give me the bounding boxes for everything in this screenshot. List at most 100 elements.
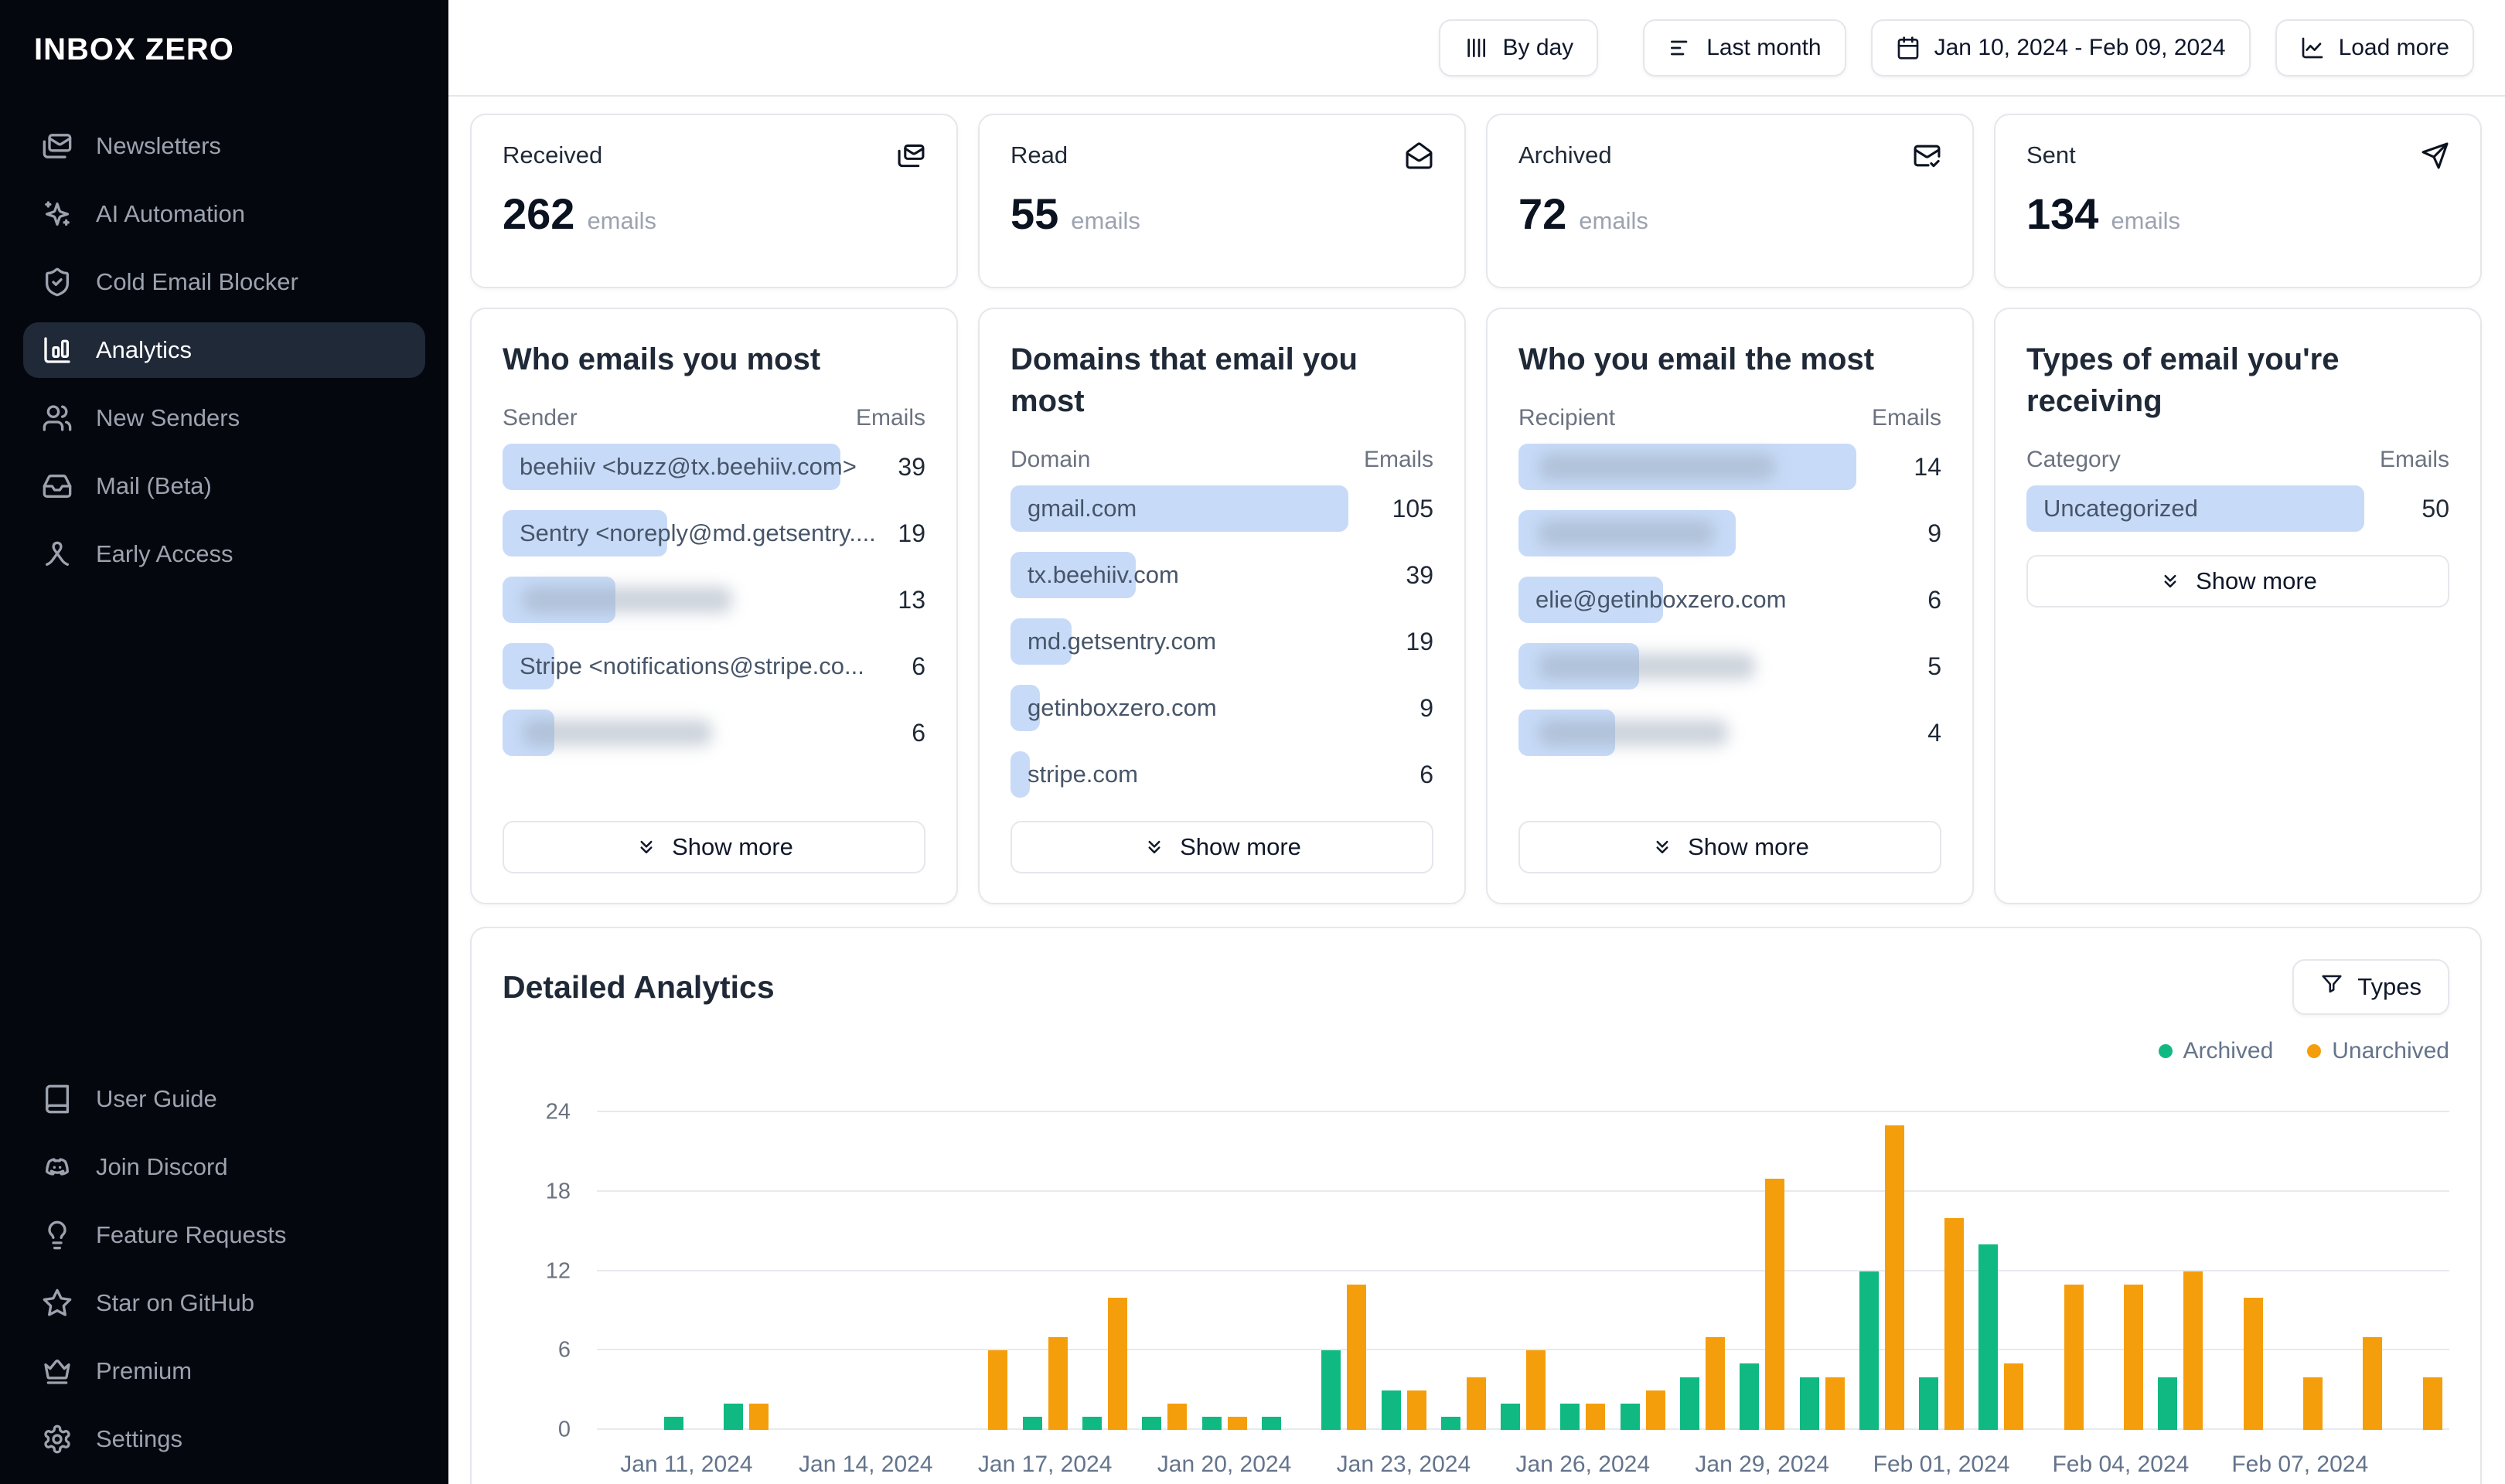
sidebar-item-new-senders[interactable]: New Senders — [23, 390, 425, 446]
archived-bar[interactable] — [1022, 1416, 1042, 1430]
unarchived-bar[interactable] — [2064, 1284, 2084, 1430]
sidebar-item-label: User Guide — [96, 1085, 217, 1112]
table-rows: gmail.com 105 tx.beehiiv.com 39 md.getsentry… — [1011, 485, 1433, 798]
unarchived-bar[interactable] — [1645, 1390, 1665, 1430]
unarchived-bar[interactable] — [1825, 1377, 1845, 1430]
column-headers: Domain Emails — [1011, 447, 1433, 473]
sidebar-item-ai-automation[interactable]: AI Automation — [23, 186, 425, 242]
legend-item-unarchived[interactable]: Unarchived — [2307, 1038, 2449, 1064]
unarchived-bar[interactable] — [1108, 1297, 1128, 1430]
archived-bar[interactable] — [1440, 1416, 1460, 1430]
unarchived-bar[interactable] — [988, 1350, 1008, 1430]
star-icon — [42, 1288, 73, 1319]
archived-bar[interactable] — [1919, 1377, 1939, 1430]
archived-bar[interactable] — [1799, 1377, 1819, 1430]
unarchived-bar[interactable] — [2004, 1363, 2024, 1430]
archived-bar[interactable] — [724, 1403, 744, 1430]
archived-bar[interactable] — [1859, 1271, 1879, 1430]
x-axis-tick: Feb 04, 2024 — [2052, 1452, 2190, 1477]
y-axis-tick: 6 — [557, 1337, 571, 1363]
unarchived-bar[interactable] — [2422, 1377, 2442, 1430]
table-row: tx.beehiiv.com 39 — [1011, 552, 1433, 598]
unarchived-bar[interactable] — [1048, 1337, 1068, 1430]
unarchived-bar[interactable] — [2183, 1271, 2203, 1430]
unarchived-bar[interactable] — [1167, 1403, 1188, 1430]
unarchived-bar[interactable] — [2124, 1284, 2144, 1430]
archived-bar[interactable] — [1501, 1403, 1521, 1430]
unarchived-bar[interactable] — [1765, 1178, 1785, 1430]
archived-bar[interactable] — [1321, 1350, 1341, 1430]
unarchived-bar[interactable] — [1884, 1125, 1904, 1430]
archived-bar[interactable] — [663, 1416, 683, 1430]
row-bar-area — [1518, 444, 1856, 490]
archived-bar[interactable] — [1261, 1416, 1281, 1430]
unarchived-bar[interactable] — [1466, 1377, 1486, 1430]
unarchived-bar[interactable] — [1227, 1416, 1247, 1430]
bar-group — [1254, 1112, 1314, 1430]
archived-bar[interactable] — [1142, 1416, 1162, 1430]
column-header-left: Category — [2026, 447, 2121, 472]
bar-group — [956, 1112, 1015, 1430]
unarchived-bar[interactable] — [1406, 1390, 1426, 1430]
unarchived-bar[interactable] — [1526, 1350, 1546, 1430]
bar-group — [1852, 1112, 1911, 1430]
unarchived-bar[interactable] — [1347, 1284, 1367, 1430]
archived-bar[interactable] — [1740, 1363, 1760, 1430]
unarchived-bar[interactable] — [2363, 1337, 2383, 1430]
show-more-button[interactable]: Show more — [503, 821, 925, 873]
unarchived-bar[interactable] — [1586, 1403, 1606, 1430]
unarchived-bar[interactable] — [2302, 1377, 2323, 1430]
sidebar-item-user-guide[interactable]: User Guide — [23, 1071, 425, 1127]
sidebar-item-early-access[interactable]: Early Access — [23, 526, 425, 582]
archived-bar[interactable] — [1201, 1416, 1222, 1430]
by-day-button[interactable]: By day — [1439, 19, 1599, 77]
sidebar-item-star-on-github[interactable]: Star on GitHub — [23, 1275, 425, 1331]
table-row: md.getsentry.com 19 — [1011, 618, 1433, 665]
table-rows: Uncategorized 50 — [2026, 485, 2449, 532]
bar-group — [717, 1112, 776, 1430]
sidebar-item-join-discord[interactable]: Join Discord — [23, 1139, 425, 1195]
table-row: 13 — [503, 577, 925, 623]
detailed-analytics-title: Detailed Analytics — [503, 968, 775, 1005]
sidebar-item-premium[interactable]: Premium — [23, 1343, 425, 1399]
archived-bar[interactable] — [1978, 1244, 1999, 1430]
bar-group — [2031, 1112, 2091, 1430]
show-more-button[interactable]: Show more — [2026, 555, 2449, 608]
show-more-button[interactable]: Show more — [1011, 821, 1433, 873]
last-month-button[interactable]: Last month — [1643, 19, 1846, 77]
card-types-of-email-you-re-receiving: Types of email you're receiving Category E… — [1994, 308, 2482, 904]
sidebar-item-label: Settings — [96, 1425, 183, 1452]
sidebar-item-analytics[interactable]: Analytics — [23, 322, 425, 378]
sidebar-item-mail-beta[interactable]: Mail (Beta) — [23, 458, 425, 514]
types-filter-button[interactable]: Types — [2292, 959, 2449, 1015]
gear-icon — [42, 1424, 73, 1455]
row-bar-area — [1518, 510, 1856, 556]
sidebar-item-cold-email-blocker[interactable]: Cold Email Blocker — [23, 254, 425, 310]
stat-card-header: Archived — [1518, 141, 1941, 170]
button-label: Last month — [1706, 34, 1822, 60]
legend-item-archived[interactable]: Archived — [2158, 1038, 2273, 1064]
row-bar-area: getinboxzero.com — [1011, 685, 1348, 731]
unarchived-bar[interactable] — [2243, 1297, 2263, 1430]
archived-bar[interactable] — [1082, 1416, 1103, 1430]
unarchived-bar[interactable] — [749, 1403, 769, 1430]
jan-10-2024-feb-09-2024-button[interactable]: Jan 10, 2024 - Feb 09, 2024 — [1870, 19, 2251, 77]
table-rows: beehiiv <buzz@tx.beehiiv.com> 39 Sentry <n… — [503, 444, 925, 756]
newsletters-icon — [42, 131, 73, 162]
unarchived-bar[interactable] — [1944, 1218, 1965, 1430]
bar-group — [2390, 1112, 2449, 1430]
archived-bar[interactable] — [2158, 1377, 2178, 1430]
row-bar-area — [503, 577, 840, 623]
archived-bar[interactable] — [1620, 1403, 1640, 1430]
archived-bar[interactable] — [1679, 1377, 1699, 1430]
unarchived-bar[interactable] — [1705, 1337, 1725, 1430]
row-count: 6 — [912, 718, 925, 747]
sidebar-item-label: Analytics — [96, 336, 193, 363]
archived-bar[interactable] — [1381, 1390, 1401, 1430]
load-more-button[interactable]: Load more — [2275, 19, 2474, 77]
sidebar-item-feature-requests[interactable]: Feature Requests — [23, 1207, 425, 1263]
show-more-button[interactable]: Show more — [1518, 821, 1941, 873]
archived-bar[interactable] — [1560, 1403, 1580, 1430]
sidebar-item-settings[interactable]: Settings — [23, 1411, 425, 1467]
sidebar-item-newsletters[interactable]: Newsletters — [23, 118, 425, 174]
